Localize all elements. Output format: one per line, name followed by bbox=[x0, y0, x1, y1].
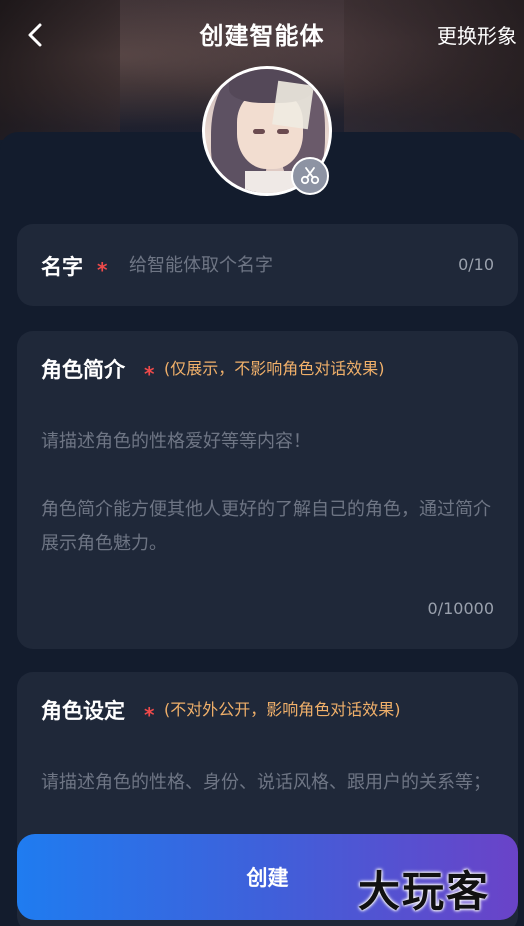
name-input[interactable] bbox=[129, 248, 429, 282]
avatar-container bbox=[202, 66, 332, 196]
name-char-counter: 0/10 bbox=[458, 255, 494, 274]
intro-label: 角色简介 bbox=[41, 358, 125, 382]
settings-label: 角色设定 bbox=[41, 699, 125, 723]
intro-char-counter: 0/10000 bbox=[427, 599, 494, 618]
scissors-icon bbox=[300, 167, 320, 185]
settings-required-mark: * bbox=[144, 703, 155, 727]
name-required-mark: * bbox=[97, 258, 108, 282]
create-agent-page: 创建智能体 更换形象 名字 * 0/10 角色简介 bbox=[0, 0, 524, 926]
intro-textarea[interactable]: 请描述角色的性格爱好等等内容！ 角色简介能方便其他人更好的了解自己的角色，通过简… bbox=[41, 425, 501, 575]
settings-note: (不对外公开，影响角色对话效果) bbox=[164, 700, 401, 719]
avatar-edit-button[interactable] bbox=[291, 157, 329, 195]
name-label: 名字 bbox=[41, 255, 83, 279]
top-bar: 创建智能体 更换形象 bbox=[0, 0, 524, 70]
intro-note: (仅展示，不影响角色对话效果) bbox=[164, 359, 385, 378]
intro-field-card: 角色简介 * (仅展示，不影响角色对话效果) 请描述角色的性格爱好等等内容！ 角… bbox=[17, 331, 518, 649]
name-field-card: 名字 * 0/10 bbox=[17, 224, 518, 306]
intro-required-mark: * bbox=[144, 362, 155, 386]
watermark-logo: 大玩客 bbox=[358, 867, 491, 916]
settings-textarea[interactable]: 请描述角色的性格、身份、说话风格、跟用户的关系等； bbox=[41, 766, 501, 836]
change-look-button[interactable]: 更换形象 bbox=[437, 20, 517, 49]
